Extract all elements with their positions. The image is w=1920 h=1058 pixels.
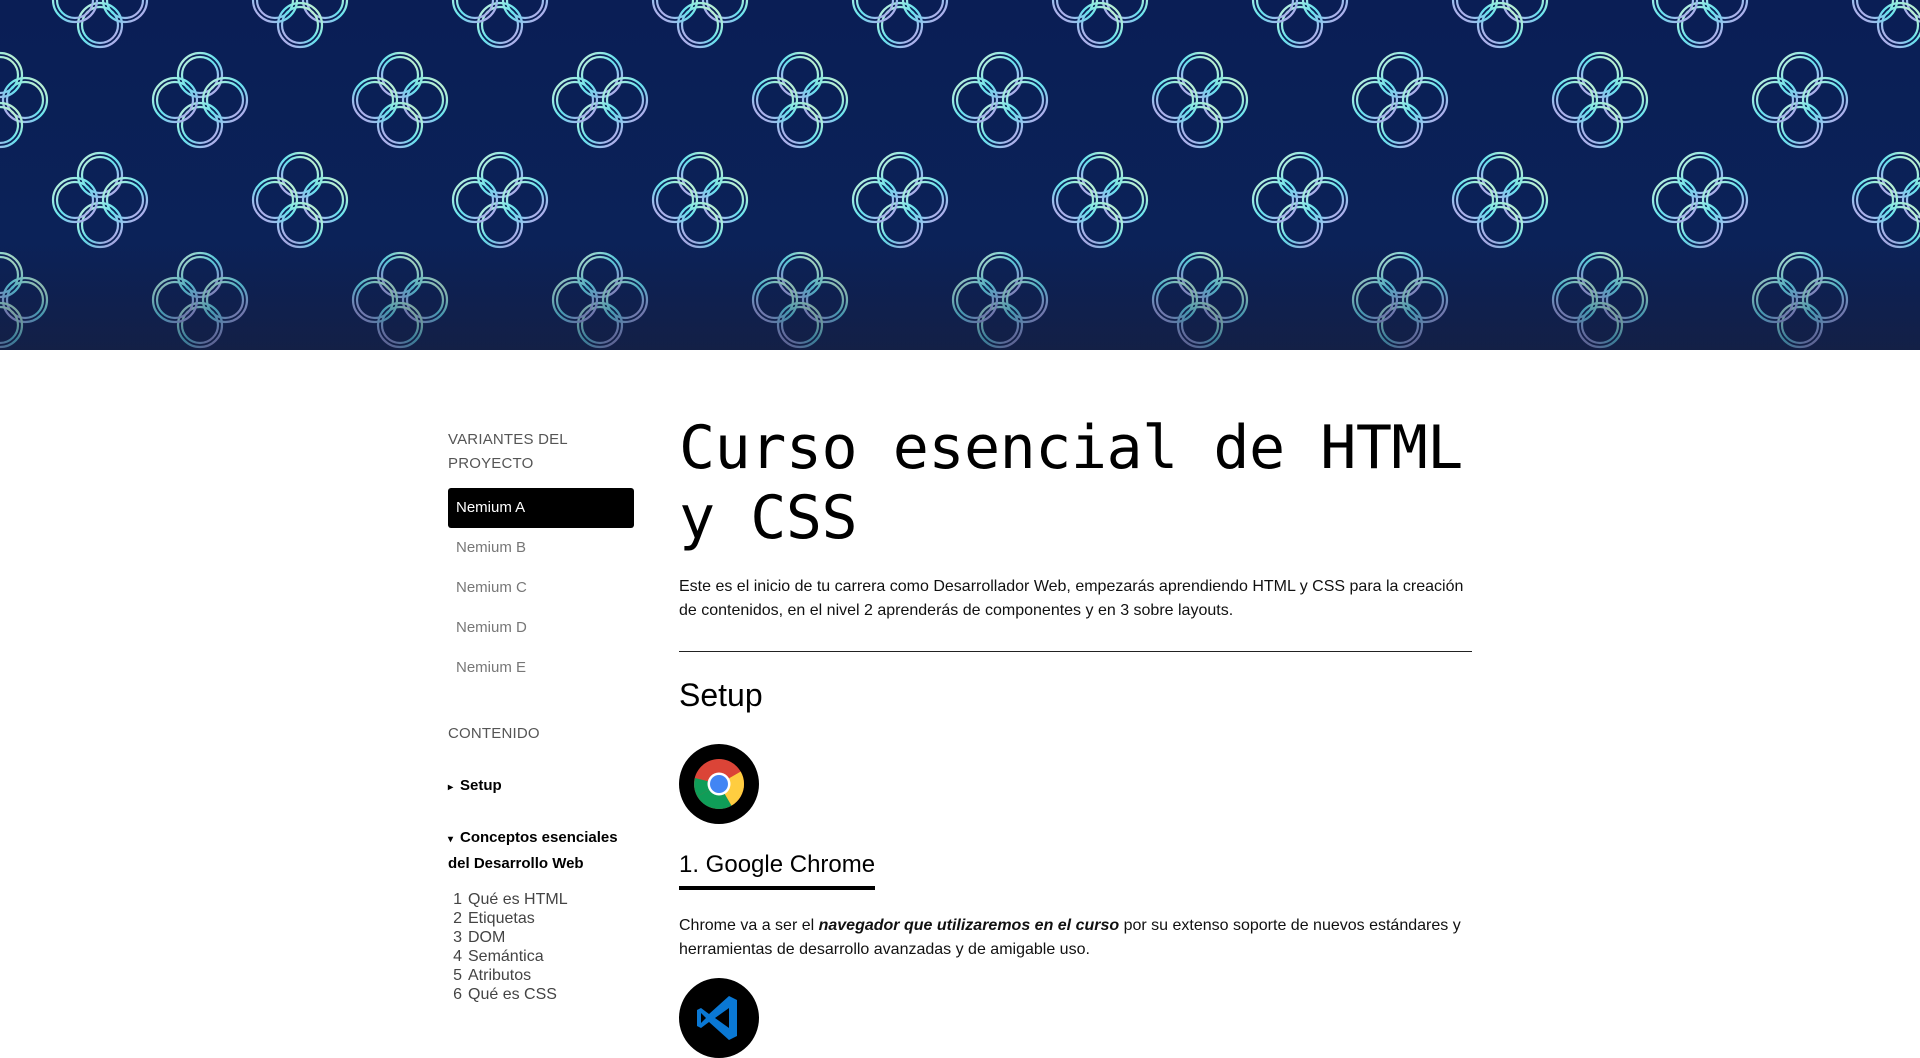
hero-pattern: [0, 0, 1920, 350]
chrome-icon: [679, 744, 759, 824]
section-title-setup: Setup: [679, 677, 763, 713]
lesson-number: 5: [453, 967, 462, 984]
lesson-item[interactable]: 2 Etiquetas: [448, 909, 634, 928]
hero-banner: [0, 0, 1920, 350]
sidebar-nav: VARIANTES DEL PROYECTO Nemium A Nemium B…: [448, 428, 634, 1004]
pattern-motif: [151, 51, 249, 149]
tool-title-google-chrome[interactable]: 1. Google Chrome: [679, 850, 876, 890]
intro-paragraph: Este es el inicio de tu carrera como Des…: [679, 578, 1464, 619]
page-title: Curso esencial de HTML y CSS: [679, 413, 1463, 553]
lesson-number: 1: [453, 891, 462, 908]
section-link-setup[interactable]: ▸ Setup: [448, 774, 634, 800]
variant-list: Nemium A Nemium B Nemium C Nemium D Nemi…: [448, 488, 634, 688]
pattern-motif: [1251, 0, 1349, 49]
lesson-label: Qué es HTML: [468, 891, 568, 908]
lesson-label: Etiquetas: [468, 910, 535, 927]
pattern-motif: [1551, 51, 1649, 149]
lesson-item[interactable]: 1 Qué es HTML: [448, 890, 634, 909]
pattern-motif: [1051, 0, 1149, 49]
pattern-motif: [1351, 51, 1449, 149]
pattern-motif: [1151, 51, 1249, 149]
lesson-label: Atributos: [468, 967, 532, 984]
lesson-item[interactable]: 5 Atributos: [448, 966, 634, 985]
pattern-motif: [1651, 0, 1749, 49]
variants-heading: VARIANTES DEL PROYECTO: [448, 431, 568, 472]
pattern-motif: [1751, 51, 1849, 149]
pattern-motif: [551, 51, 649, 149]
pattern-motif: [751, 51, 849, 149]
variant-item-nemium-b[interactable]: Nemium B: [448, 528, 634, 568]
lesson-item[interactable]: 4 Semántica: [448, 947, 634, 966]
pattern-motif: [451, 0, 549, 49]
pattern-motif: [251, 0, 349, 49]
pattern-motif: [951, 51, 1049, 149]
pattern-motif: [51, 0, 149, 49]
desc-text: Chrome va a ser el: [679, 917, 819, 934]
content-heading: CONTENIDO: [448, 725, 540, 742]
variant-item-nemium-e[interactable]: Nemium E: [448, 648, 634, 688]
section-link-label: Setup: [460, 777, 502, 794]
vscode-icon: [679, 978, 759, 1058]
lesson-item[interactable]: 3 DOM: [448, 928, 634, 947]
section-link-label: Conceptos esenciales del Desarrollo Web: [448, 829, 618, 872]
pattern-motif: [0, 51, 49, 149]
desc-emphasis: navegador que utilizaremos en el curso: [818, 917, 1120, 934]
lesson-number: 3: [453, 929, 462, 946]
variant-item-nemium-a[interactable]: Nemium A: [448, 488, 634, 528]
variant-item-nemium-d[interactable]: Nemium D: [448, 608, 634, 648]
pattern-motif: [1451, 0, 1549, 49]
section-link-conceptos[interactable]: ▾ Conceptos esenciales del Desarrollo Web: [448, 826, 634, 876]
lesson-number: 2: [453, 910, 462, 927]
pattern-motif: [851, 0, 949, 49]
pattern-motif: [651, 0, 749, 49]
section-divider: [679, 651, 1472, 652]
lesson-list: 1 Qué es HTML 2 Etiquetas 3 DOM 4 Semántica …: [448, 890, 634, 1004]
lesson-number: 4: [453, 948, 462, 965]
pattern-motif: [1851, 0, 1920, 49]
tool-description: Chrome va a ser el navegador que utiliza…: [679, 914, 1472, 962]
pattern-motif: [351, 51, 449, 149]
expanded-triangle-icon: ▾: [448, 834, 454, 845]
collapsed-triangle-icon: ▸: [448, 782, 454, 793]
main-content: Curso esencial de HTML y CSS Este es el …: [679, 413, 1472, 1058]
lesson-label: Semántica: [468, 948, 544, 965]
lesson-label: DOM: [468, 929, 506, 946]
variant-item-nemium-c[interactable]: Nemium C: [448, 568, 634, 608]
